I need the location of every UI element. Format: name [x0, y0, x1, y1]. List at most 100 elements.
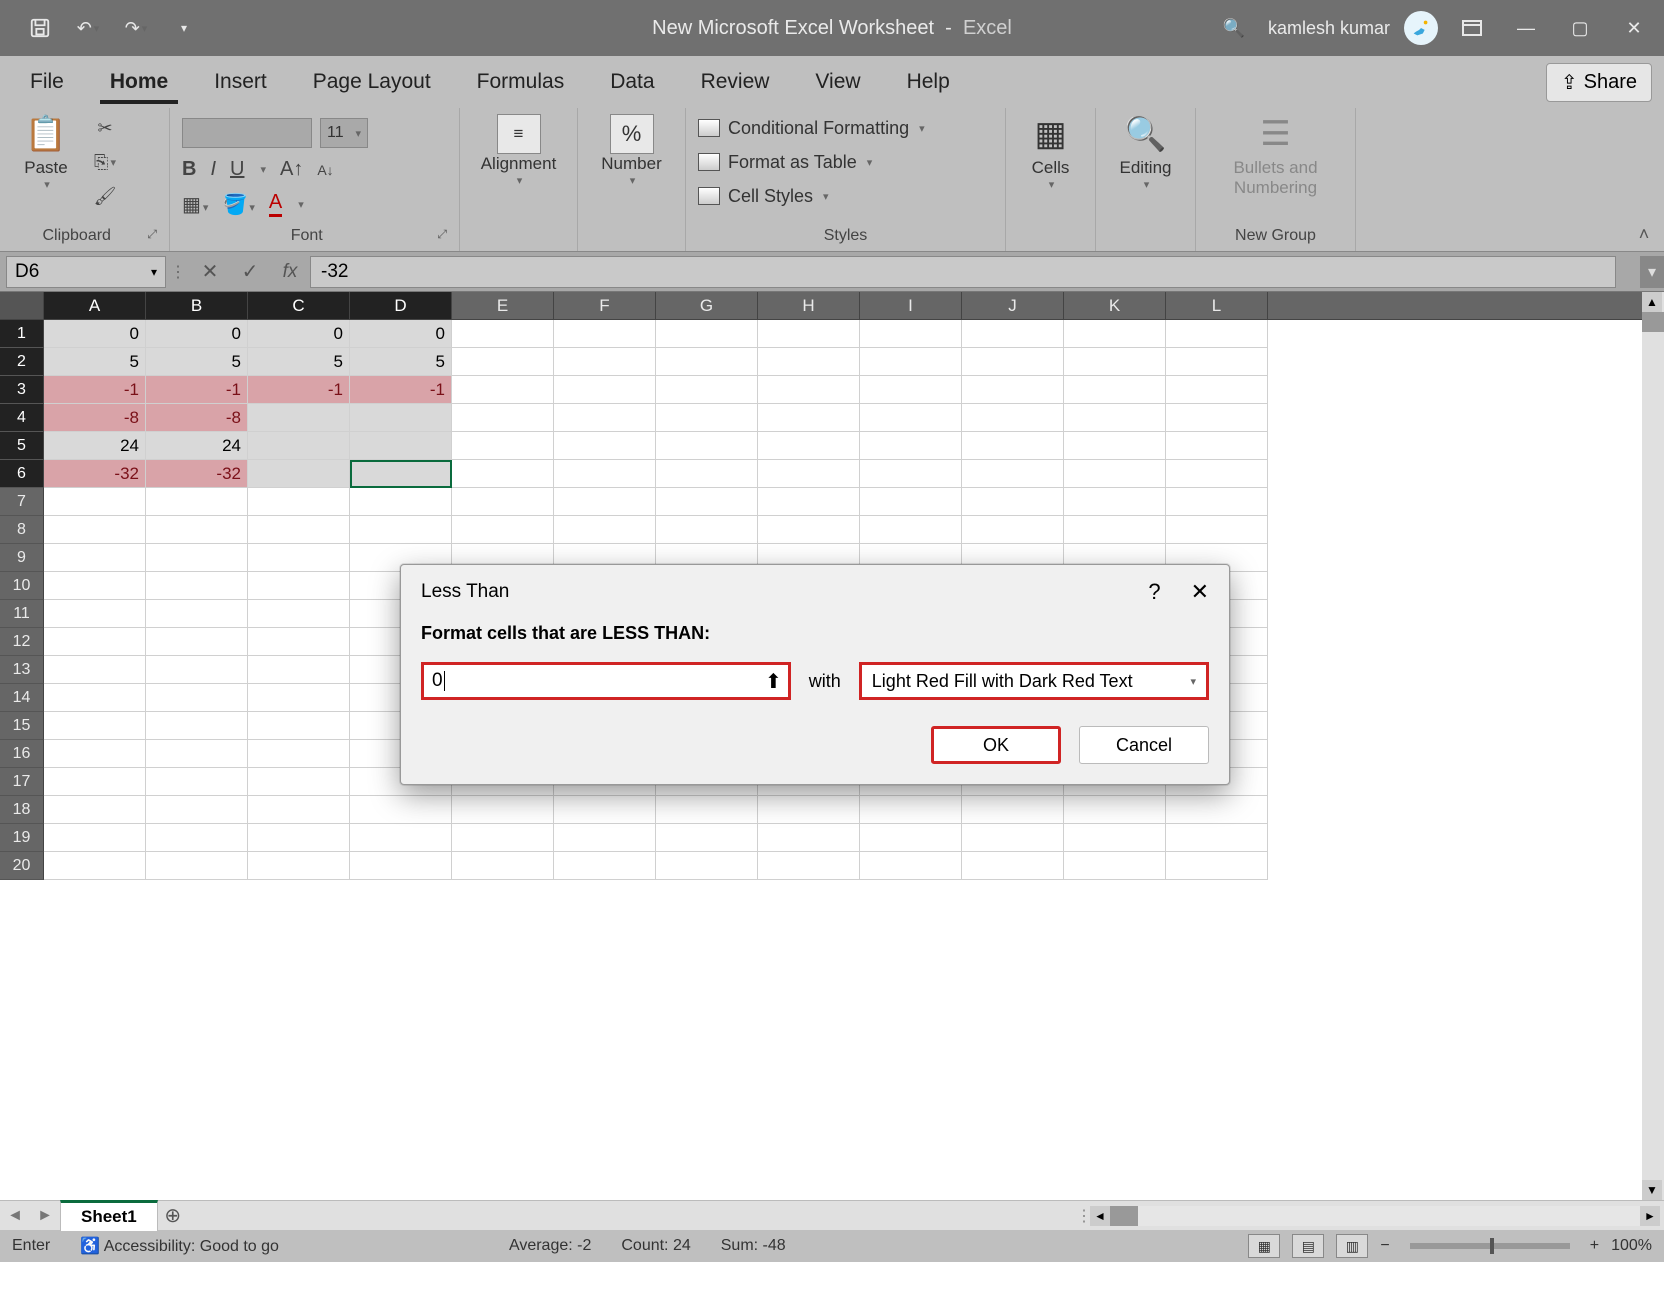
row-header[interactable]: 8 — [0, 516, 44, 544]
cell[interactable] — [656, 376, 758, 404]
cell[interactable] — [248, 712, 350, 740]
cell[interactable] — [146, 516, 248, 544]
zoom-out-icon[interactable]: − — [1380, 1237, 1389, 1255]
cell[interactable]: 0 — [248, 320, 350, 348]
cell[interactable] — [44, 572, 146, 600]
cell[interactable] — [1166, 796, 1268, 824]
alignment-button[interactable]: ≡ Alignment▾ — [485, 114, 553, 187]
cell[interactable] — [1064, 404, 1166, 432]
tab-view[interactable]: View — [797, 62, 878, 102]
cell[interactable] — [146, 712, 248, 740]
cell[interactable] — [248, 824, 350, 852]
zoom-slider[interactable] — [1410, 1243, 1570, 1249]
cell[interactable] — [656, 488, 758, 516]
cell[interactable] — [1064, 348, 1166, 376]
cell[interactable]: 0 — [146, 320, 248, 348]
ribbon-display-icon[interactable] — [1452, 10, 1492, 46]
redo-icon[interactable]: ↷▾ — [116, 10, 156, 46]
row-header[interactable]: 9 — [0, 544, 44, 572]
cell[interactable] — [554, 488, 656, 516]
cells-button[interactable]: ▦Cells▾ — [1018, 114, 1083, 191]
cell[interactable] — [1064, 516, 1166, 544]
cell[interactable] — [146, 544, 248, 572]
cell[interactable] — [452, 460, 554, 488]
cell[interactable] — [554, 376, 656, 404]
tab-home[interactable]: Home — [92, 62, 186, 102]
cell[interactable] — [860, 348, 962, 376]
cell[interactable] — [350, 460, 452, 488]
cell[interactable] — [1166, 404, 1268, 432]
cell[interactable] — [1166, 852, 1268, 880]
column-header[interactable]: J — [962, 292, 1064, 319]
cell[interactable] — [554, 348, 656, 376]
scroll-left-icon[interactable]: ◄ — [1090, 1206, 1110, 1226]
scroll-right-icon[interactable]: ► — [1640, 1206, 1660, 1226]
increase-font-icon[interactable]: A↑ — [280, 158, 303, 181]
cell[interactable] — [452, 488, 554, 516]
page-break-view-icon[interactable]: ▥ — [1336, 1234, 1368, 1258]
cell[interactable] — [146, 684, 248, 712]
cell[interactable] — [146, 628, 248, 656]
row-header[interactable]: 16 — [0, 740, 44, 768]
cell[interactable] — [554, 852, 656, 880]
copy-icon[interactable]: ⎘▾ — [88, 148, 122, 176]
cell[interactable] — [656, 404, 758, 432]
cell[interactable] — [758, 852, 860, 880]
cell[interactable] — [248, 572, 350, 600]
format-select[interactable]: Light Red Fill with Dark Red Text ▾ — [859, 662, 1209, 700]
cell[interactable] — [1064, 432, 1166, 460]
cell[interactable] — [1064, 376, 1166, 404]
cell[interactable] — [1064, 460, 1166, 488]
minimize-icon[interactable]: — — [1506, 10, 1546, 46]
row-header[interactable]: 12 — [0, 628, 44, 656]
cell[interactable] — [350, 516, 452, 544]
cell[interactable] — [554, 320, 656, 348]
row-header[interactable]: 17 — [0, 768, 44, 796]
font-name-select[interactable] — [182, 118, 312, 148]
column-header[interactable]: F — [554, 292, 656, 319]
cell[interactable]: 5 — [146, 348, 248, 376]
ok-button[interactable]: OK — [931, 726, 1061, 764]
cancel-button[interactable]: Cancel — [1079, 726, 1209, 764]
cell[interactable] — [248, 768, 350, 796]
cell[interactable] — [962, 852, 1064, 880]
help-icon[interactable]: ? — [1148, 579, 1160, 605]
cell[interactable] — [146, 796, 248, 824]
accessibility-status[interactable]: ♿ Accessibility: Good to go — [80, 1236, 279, 1256]
cell[interactable] — [554, 432, 656, 460]
cell[interactable] — [452, 824, 554, 852]
column-header[interactable]: H — [758, 292, 860, 319]
cell[interactable] — [44, 796, 146, 824]
cell[interactable] — [758, 796, 860, 824]
row-header[interactable]: 20 — [0, 852, 44, 880]
bold-button[interactable]: B — [182, 158, 196, 181]
formula-input[interactable]: -32 — [310, 256, 1616, 288]
cell[interactable] — [860, 852, 962, 880]
cell[interactable] — [962, 796, 1064, 824]
cell[interactable] — [350, 488, 452, 516]
cell[interactable] — [860, 320, 962, 348]
cell[interactable] — [554, 404, 656, 432]
cell[interactable] — [1166, 460, 1268, 488]
cell[interactable] — [860, 460, 962, 488]
cell[interactable] — [44, 740, 146, 768]
column-header[interactable]: G — [656, 292, 758, 319]
cell[interactable] — [350, 852, 452, 880]
cell[interactable] — [452, 516, 554, 544]
row-header[interactable]: 3 — [0, 376, 44, 404]
row-header[interactable]: 4 — [0, 404, 44, 432]
cell[interactable]: 0 — [350, 320, 452, 348]
cell[interactable] — [44, 768, 146, 796]
row-header[interactable]: 5 — [0, 432, 44, 460]
column-header[interactable]: I — [860, 292, 962, 319]
cell[interactable] — [146, 824, 248, 852]
row-header[interactable]: 19 — [0, 824, 44, 852]
cell[interactable] — [146, 852, 248, 880]
row-header[interactable]: 6 — [0, 460, 44, 488]
enter-formula-icon[interactable]: ✓ — [230, 256, 270, 288]
close-icon[interactable]: ✕ — [1614, 10, 1654, 46]
cell[interactable] — [758, 376, 860, 404]
cell[interactable] — [248, 740, 350, 768]
cell[interactable] — [248, 628, 350, 656]
cell[interactable] — [656, 320, 758, 348]
